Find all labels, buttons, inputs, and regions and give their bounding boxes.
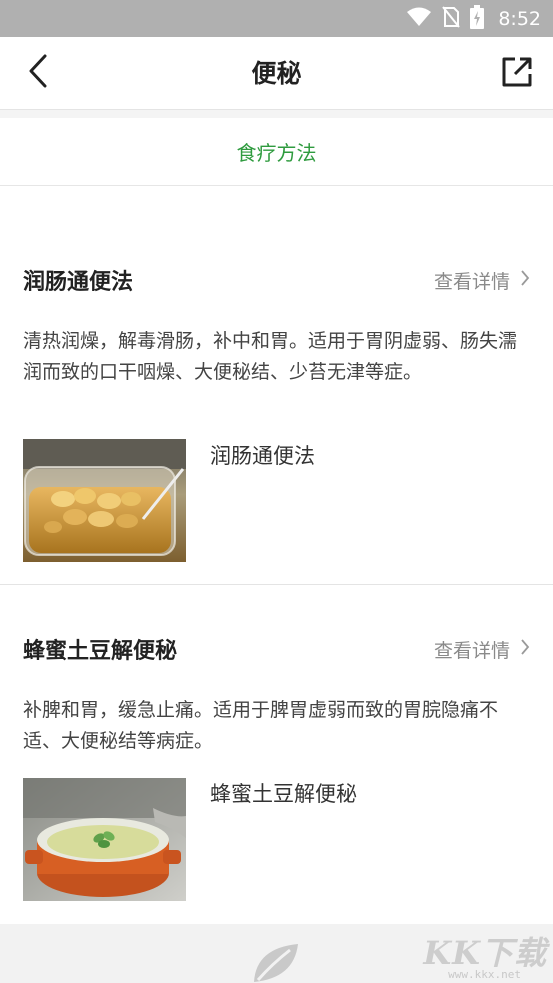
recipe-title: 蜂蜜土豆解便秘 xyxy=(23,639,178,664)
chevron-left-icon xyxy=(28,54,48,92)
recipe-card: 蜂蜜土豆解便秘 查看详情 补脾和胃，缓急止痛。适用于脾胃虚弱而致的胃脘隐痛不适、… xyxy=(0,586,553,924)
status-icons: 8:52 xyxy=(406,0,541,37)
recipe-header: 润肠通便法 查看详情 xyxy=(23,260,530,300)
view-details-label: 查看详情 xyxy=(433,270,510,293)
chevron-right-icon xyxy=(520,638,530,661)
wifi-icon xyxy=(406,7,432,31)
watermark-url: www.kkx.net xyxy=(448,968,521,981)
status-time: 8:52 xyxy=(498,7,541,30)
view-details-label: 查看详情 xyxy=(433,639,510,662)
tab-bar: 食疗方法 xyxy=(0,118,553,186)
recipe-name[interactable]: 润肠通便法 xyxy=(210,440,315,470)
view-details-link[interactable]: 查看详情 xyxy=(434,636,530,663)
tab-diet-therapy[interactable]: 食疗方法 xyxy=(237,137,317,166)
recipe-image[interactable] xyxy=(23,439,186,562)
recipe-description: 清热润燥，解毒滑肠，补中和胃。适用于胃阴虚弱、肠失濡润而致的口干咽燥、大便秘结、… xyxy=(23,330,518,383)
recipe-card: 润肠通便法 查看详情 清热润燥，解毒滑肠，补中和胃。适用于胃阴虚弱、肠失濡润而致… xyxy=(0,186,553,585)
divider xyxy=(0,110,553,118)
chevron-right-icon xyxy=(520,269,530,292)
watermark: KK下载 www.kkx.net xyxy=(407,928,547,983)
recipe-title: 润肠通便法 xyxy=(23,270,134,295)
external-link-icon xyxy=(501,56,533,92)
page-title: 便秘 xyxy=(251,59,302,88)
battery-charging-icon xyxy=(470,4,485,33)
recipe-image[interactable] xyxy=(23,778,186,901)
nav-bar: 便秘 xyxy=(0,37,553,110)
status-bar: 8:52 xyxy=(0,0,553,37)
leaf-icon xyxy=(250,942,302,983)
view-details-link[interactable]: 查看详情 xyxy=(434,267,530,294)
recipe-description: 补脾和胃，缓急止痛。适用于脾胃虚弱而致的胃脘隐痛不适、大便秘结等病症。 xyxy=(23,699,499,752)
recipe-header: 蜂蜜土豆解便秘 查看详情 xyxy=(23,629,530,669)
recipe-name[interactable]: 蜂蜜土豆解便秘 xyxy=(210,778,357,808)
no-sim-icon xyxy=(442,5,461,32)
back-button[interactable] xyxy=(18,53,58,93)
share-button[interactable] xyxy=(497,54,537,94)
